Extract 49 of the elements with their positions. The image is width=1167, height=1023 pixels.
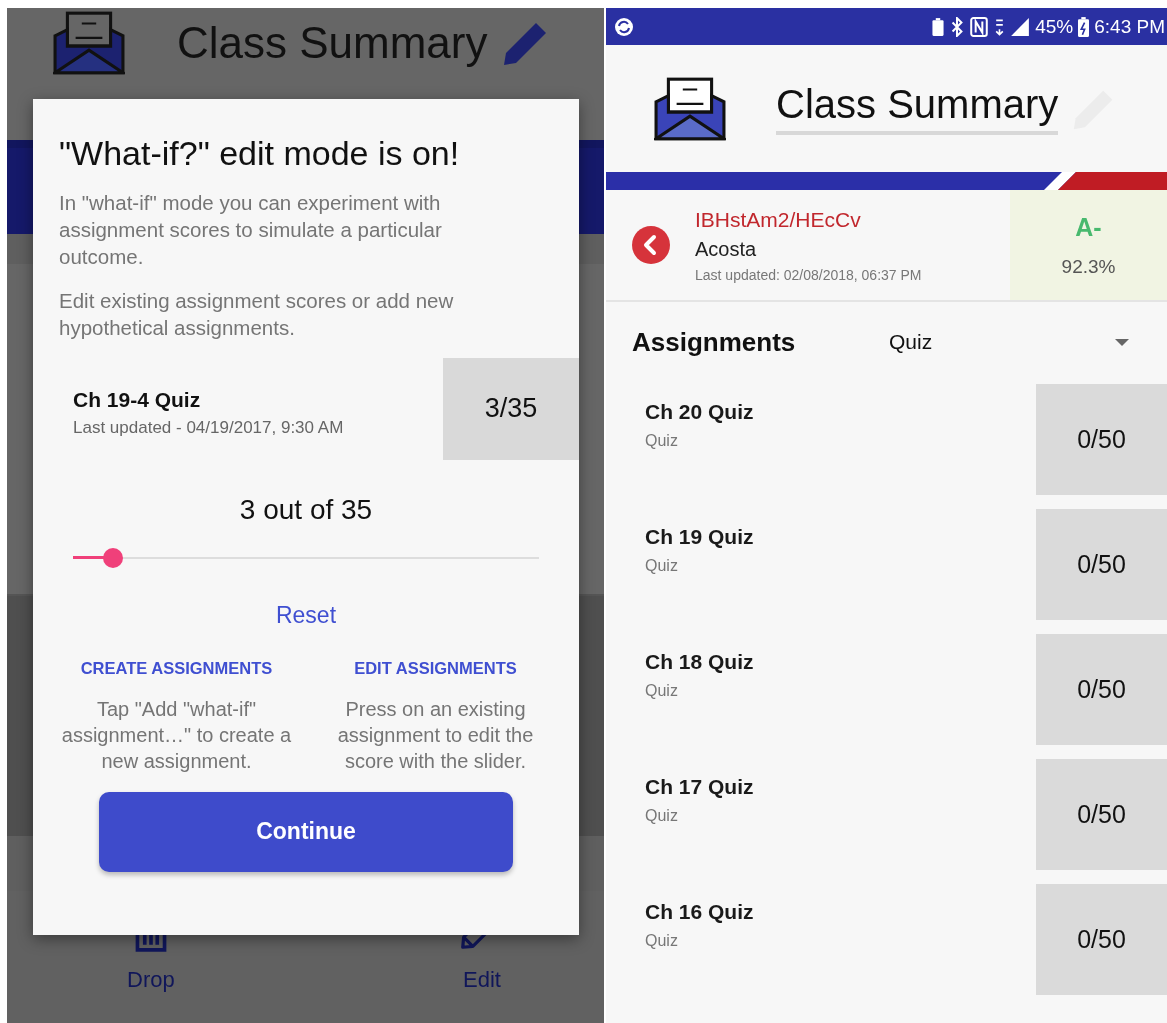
- score-box[interactable]: 0/50: [1036, 634, 1167, 745]
- envelope-logo-icon: [654, 76, 726, 141]
- assignment-type: Quiz: [645, 932, 679, 950]
- student-name: Acosta: [695, 237, 758, 261]
- help-link[interactable]: CREATE ASSIGNMENTS: [80, 658, 273, 678]
- signal-icon: [1010, 16, 1031, 37]
- dialog-text: Edit existing assignment scores or add new hypothetical assignments.: [58, 288, 455, 341]
- nfc-icon: [969, 16, 990, 37]
- assignment-name: Ch 19 Quiz: [645, 525, 755, 549]
- letter-grade: A-: [1075, 212, 1102, 242]
- assignment-name: Ch 19-4 Quiz: [73, 387, 202, 412]
- assignment-name: Ch 16 Quiz: [645, 900, 755, 924]
- filter-dropdown[interactable]: Quiz: [889, 330, 1129, 354]
- assignment-type: Quiz: [645, 682, 679, 700]
- battery-saver-icon: [931, 16, 946, 37]
- sync-icon: [614, 16, 634, 37]
- assignment-name: Ch 18 Quiz: [645, 650, 755, 674]
- battery-percent: 45%: [1035, 15, 1074, 38]
- title-field[interactable]: Class Summary: [776, 82, 1059, 135]
- score-box[interactable]: 0/50: [1036, 759, 1167, 870]
- score-box[interactable]: 0/50: [1036, 509, 1167, 620]
- continue-button[interactable]: Continue: [99, 791, 513, 872]
- assignment-type: Quiz: [645, 432, 679, 450]
- dialog-text: In "what-if" mode you can experiment with assignment scores to simulate a particular outcome.: [58, 190, 443, 270]
- caret-icon: [1115, 338, 1129, 346]
- help-text: Press on an existing assignment to edit the score with the slider.: [336, 696, 535, 774]
- clock: 6:43 PM: [1094, 15, 1165, 38]
- dialog-title: "What-if?" edit mode is on!: [58, 135, 461, 173]
- bluetooth-icon: [950, 16, 965, 37]
- assignment-name: Ch 20 Quiz: [645, 400, 755, 424]
- help-link[interactable]: EDIT ASSIGNMENTS: [354, 658, 517, 678]
- score-box[interactable]: 3/35: [443, 357, 579, 460]
- last-updated-text: Last updated - 04/19/2017, 9:30 AM: [73, 417, 345, 438]
- section-title: Assignments: [632, 326, 796, 358]
- last-updated-text: Last updated: 02/08/2018, 06:37 PM: [695, 266, 923, 283]
- class-name: IBHstAm2/HEcCv: [695, 207, 862, 232]
- reset-button[interactable]: Reset: [275, 601, 337, 629]
- score-reading: 3 out of 35: [238, 493, 374, 526]
- battery-icon: [1078, 16, 1090, 37]
- back-button-icon[interactable]: [631, 225, 671, 265]
- assignment-type: Quiz: [645, 557, 679, 575]
- assignment-type: Quiz: [645, 807, 679, 825]
- help-text: Tap "Add "what-if" assignment…" to create a new assignment.: [60, 696, 293, 774]
- score-box[interactable]: 0/50: [1036, 884, 1167, 995]
- grade-percent: 92.3%: [1061, 255, 1116, 278]
- screen-title: Class Summary: [177, 21, 488, 65]
- envelope-logo-icon: [53, 11, 125, 75]
- score-box[interactable]: 0/50: [1036, 384, 1167, 495]
- assignment-name: Ch 17 Quiz: [645, 775, 755, 799]
